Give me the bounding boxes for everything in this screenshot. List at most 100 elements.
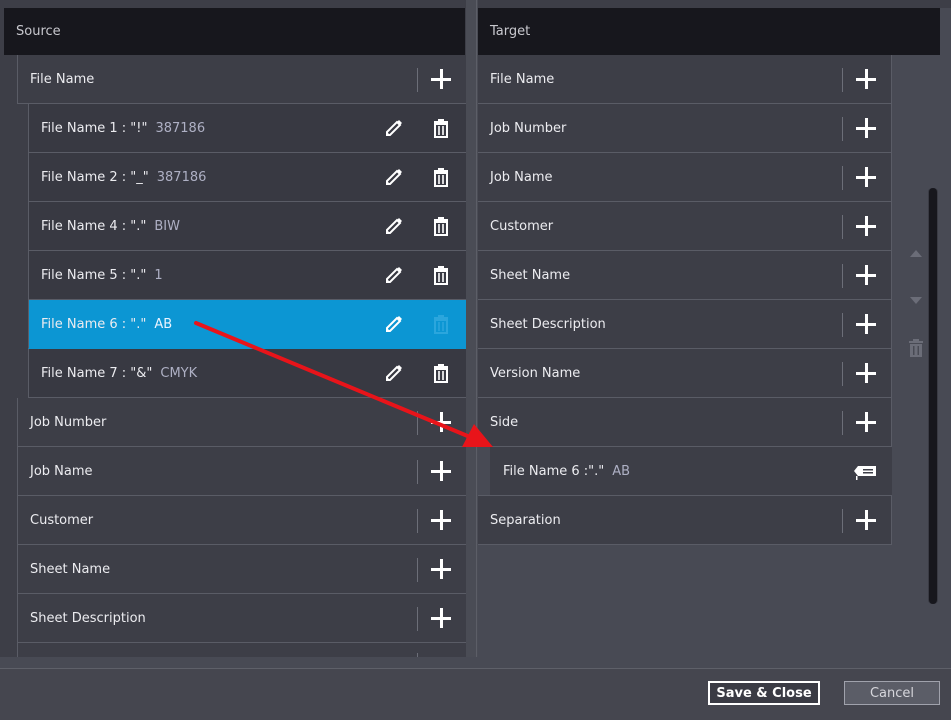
save-close-button[interactable]: Save & Close xyxy=(708,681,820,705)
source-item[interactable]: Sheet Description xyxy=(17,594,466,643)
child-label: File Name 1 : "!" xyxy=(41,120,148,136)
source-item-label: Sheet Description xyxy=(30,610,146,626)
trash-icon[interactable] xyxy=(431,118,451,138)
trash-icon[interactable] xyxy=(431,314,451,334)
divider xyxy=(417,558,418,582)
divider xyxy=(417,68,418,92)
divider xyxy=(842,509,843,533)
target-item-label: Version Name xyxy=(490,365,581,381)
target-item[interactable]: Sheet Description xyxy=(478,300,892,349)
divider xyxy=(417,653,418,657)
source-child-item[interactable]: File Name 6 : "." AB xyxy=(28,300,466,349)
plus-icon[interactable] xyxy=(856,167,876,187)
mapped-label: File Name 6 :"." xyxy=(503,463,605,479)
source-item-label: File Name xyxy=(30,71,95,87)
target-item-label: Sheet Name xyxy=(490,267,571,283)
plus-icon[interactable] xyxy=(431,559,451,579)
arrow-down-icon[interactable] xyxy=(906,290,926,310)
tag-icon[interactable] xyxy=(854,461,880,481)
source-item-label: Job Number xyxy=(30,414,107,430)
target-item-label: Side xyxy=(490,414,519,430)
target-item[interactable]: Job Name xyxy=(478,153,892,202)
pencil-icon[interactable] xyxy=(384,167,404,187)
trash-icon[interactable] xyxy=(431,265,451,285)
arrow-up-icon[interactable] xyxy=(906,244,926,264)
pencil-icon[interactable] xyxy=(384,118,404,138)
divider xyxy=(842,362,843,386)
child-label: File Name 6 : "." xyxy=(41,316,147,332)
child-label: File Name 5 : "." xyxy=(41,267,147,283)
target-filler xyxy=(478,545,892,657)
plus-icon[interactable] xyxy=(856,118,876,138)
target-top-strip xyxy=(478,0,951,8)
plus-icon[interactable] xyxy=(856,363,876,383)
source-child-item[interactable]: File Name 4 : "." BIW xyxy=(28,202,466,251)
source-item-file-name[interactable]: File Name xyxy=(17,55,466,104)
child-label: File Name 7 : "&" xyxy=(41,365,153,381)
pencil-icon[interactable] xyxy=(384,216,404,236)
pencil-icon[interactable] xyxy=(384,314,404,334)
child-value: 1 xyxy=(154,267,163,283)
plus-icon[interactable] xyxy=(856,510,876,530)
plus-icon[interactable] xyxy=(431,510,451,530)
child-label: File Name 2 : "_" xyxy=(41,169,149,185)
child-label: File Name 4 : "." xyxy=(41,218,147,234)
divider xyxy=(842,264,843,288)
source-item[interactable]: Customer xyxy=(17,496,466,545)
divider xyxy=(842,411,843,435)
divider xyxy=(842,68,843,92)
target-item[interactable]: Version Name xyxy=(478,349,892,398)
source-header: Source xyxy=(4,8,465,55)
source-child-item[interactable]: File Name 7 : "&" CMYK xyxy=(28,349,466,398)
pencil-icon[interactable] xyxy=(384,363,404,383)
trash-icon[interactable] xyxy=(431,167,451,187)
target-item[interactable]: Side xyxy=(478,398,892,447)
target-item-label: Job Name xyxy=(490,169,553,185)
target-header: Target xyxy=(478,8,940,55)
target-mapped-item[interactable]: File Name 6 :"." AB xyxy=(478,447,892,496)
divider xyxy=(842,215,843,239)
source-item[interactable]: Job Name xyxy=(17,447,466,496)
source-child-item[interactable]: File Name 5 : "." 1 xyxy=(28,251,466,300)
trash-icon[interactable] xyxy=(906,338,926,358)
plus-icon[interactable] xyxy=(431,412,451,432)
target-item[interactable]: Separation xyxy=(478,496,892,545)
source-item-label: Customer xyxy=(30,512,94,528)
mapped-value: AB xyxy=(612,463,631,479)
plus-icon[interactable] xyxy=(431,69,451,89)
target-item[interactable]: Sheet Name xyxy=(478,251,892,300)
target-item[interactable]: Job Number xyxy=(478,104,892,153)
source-item-label: Sheet Name xyxy=(30,561,111,577)
trash-icon[interactable] xyxy=(431,216,451,236)
divider xyxy=(842,313,843,337)
target-item-label: File Name xyxy=(490,71,555,87)
divider xyxy=(417,460,418,484)
plus-icon[interactable] xyxy=(431,461,451,481)
source-top-strip xyxy=(0,0,466,8)
target-item[interactable]: File Name xyxy=(478,55,892,104)
source-child-item[interactable]: File Name 2 : "_" 387186 xyxy=(28,153,466,202)
target-item-label: Customer xyxy=(490,218,554,234)
source-header-title: Source xyxy=(16,24,61,39)
plus-icon[interactable] xyxy=(856,265,876,285)
scrollbar-thumb[interactable] xyxy=(929,188,937,604)
child-value: AB xyxy=(154,316,173,332)
divider xyxy=(842,166,843,190)
plus-icon[interactable] xyxy=(856,216,876,236)
divider xyxy=(417,607,418,631)
source-item[interactable]: Job Number xyxy=(17,398,466,447)
trash-icon[interactable] xyxy=(431,363,451,383)
plus-icon[interactable] xyxy=(856,69,876,89)
pencil-icon[interactable] xyxy=(384,265,404,285)
target-item[interactable]: Customer xyxy=(478,202,892,251)
source-child-item[interactable]: File Name 1 : "!" 387186 xyxy=(28,104,466,153)
divider xyxy=(417,509,418,533)
target-item-label: Sheet Description xyxy=(490,316,606,332)
dialog-footer: Save & Close Cancel xyxy=(0,668,951,720)
source-item[interactable]: Sheet Name xyxy=(17,545,466,594)
plus-icon[interactable] xyxy=(431,608,451,628)
plus-icon[interactable] xyxy=(856,314,876,334)
plus-icon[interactable] xyxy=(856,412,876,432)
child-value: 387186 xyxy=(155,120,206,136)
cancel-button[interactable]: Cancel xyxy=(844,681,940,705)
